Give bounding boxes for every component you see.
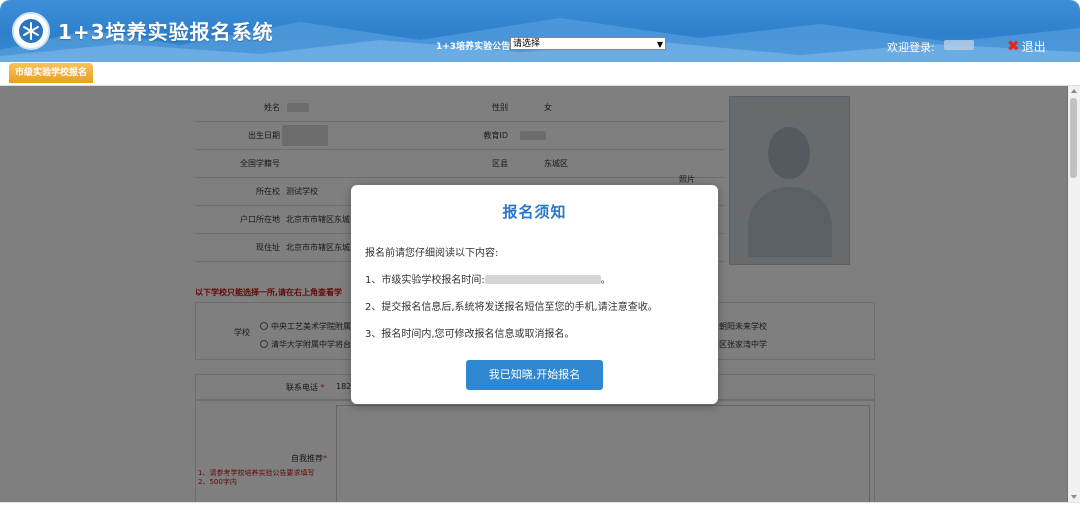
dialog-item-2: 2、提交报名信息后,系统将发送报名短信至您的手机,请注意查收。 — [365, 302, 658, 313]
chevron-down-icon: ▼ — [656, 40, 663, 49]
close-x-icon: ✖ — [1007, 37, 1020, 55]
logout-label: 退出 — [1021, 40, 1046, 54]
dialog-item-3: 3、报名时间内,您可修改报名信息或取消报名。 — [365, 329, 575, 340]
username-redacted — [944, 40, 974, 50]
logo-icon — [12, 12, 50, 50]
system-title: 1+3培养实验报名系统 — [58, 20, 274, 44]
dialog-intro: 报名前请您仔细阅读以下内容: — [365, 248, 499, 259]
registration-notice-dialog: 报名须知 报名前请您仔细阅读以下内容: 1、市级实验学校报名时间:。 2、提交报… — [351, 185, 718, 404]
logout-button[interactable]: ✖ 退出 — [1007, 37, 1046, 55]
app-window: 1+3培养实验报名系统 1+3培养实验公告: 请选择 ▼ 欢迎登录: ✖ 退出 市… — [0, 0, 1080, 524]
confirm-start-button[interactable]: 我已知晓,开始报名 — [466, 360, 603, 390]
top-header: 1+3培养实验报名系统 1+3培养实验公告: 请选择 ▼ 欢迎登录: ✖ 退出 — [0, 0, 1080, 62]
page-scrollbar[interactable] — [1067, 86, 1080, 502]
welcome-text: 欢迎登录: — [887, 41, 935, 54]
announcement-label: 1+3培养实验公告: — [436, 42, 514, 52]
scroll-down-icon[interactable] — [1071, 495, 1077, 499]
registration-time-redacted — [484, 275, 601, 284]
footer-bar — [0, 502, 1080, 524]
tab-city-school-registration[interactable]: 市级实验学校报名 — [9, 63, 94, 83]
announcement-select[interactable]: 请选择 ▼ — [510, 37, 666, 50]
dialog-item-1: 1、市级实验学校报名时间:。 — [365, 275, 611, 286]
scroll-up-icon[interactable] — [1071, 89, 1077, 93]
scrollbar-thumb[interactable] — [1070, 98, 1077, 178]
announcement-select-value: 请选择 — [513, 39, 541, 49]
tab-bar: 市级实验学校报名 — [0, 62, 1080, 86]
dialog-title: 报名须知 — [502, 203, 567, 221]
